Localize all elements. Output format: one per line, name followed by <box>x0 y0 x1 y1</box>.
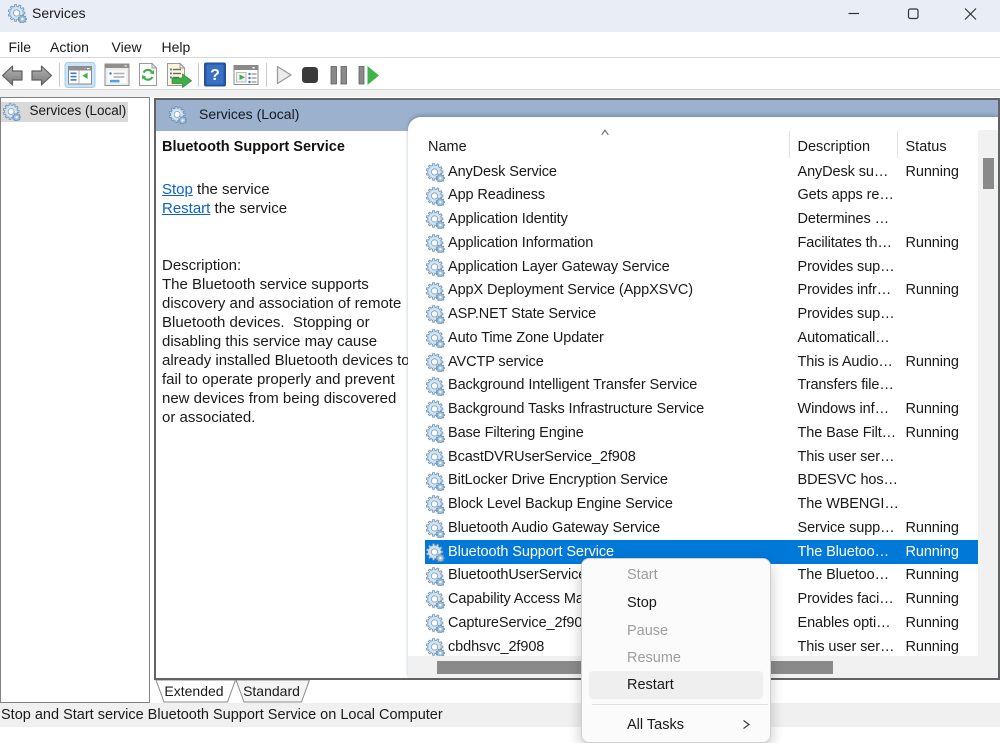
svg-text:Extended: Extended <box>164 683 223 699</box>
svg-text:?: ? <box>210 67 220 84</box>
svg-text:Standard: Standard <box>243 683 300 699</box>
